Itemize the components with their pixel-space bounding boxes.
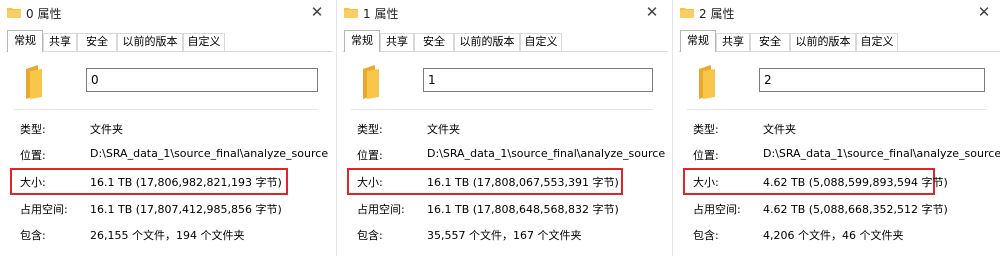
size-on-disk-label: 占用空间: [357,203,405,216]
tab-previous-versions[interactable]: 以前的版本 [117,33,183,51]
title-bar[interactable]: 2 属性 ✕ [673,0,1000,26]
location-label: 位置: [693,149,719,162]
divider [14,109,318,110]
contains-label: 包含: [20,229,46,242]
divider [351,109,653,110]
window-title: 0 属性 [26,7,62,21]
location-value: D:\SRA_data_1\source_final\analyze_sourc… [90,147,329,160]
folder-name-input[interactable]: 2 [759,68,985,92]
size-on-disk-label: 占用空间: [20,203,68,216]
tab-customize[interactable]: 自定义 [183,33,225,51]
tab-sharing[interactable]: 共享 [380,33,414,51]
type-value: 文件夹 [427,123,460,136]
properties-dialog-2: 2 属性 ✕ 常规 共享 安全 以前的版本 自定义 2 类型: 文件夹 位置: … [672,0,1000,256]
tab-previous-versions[interactable]: 以前的版本 [790,33,856,51]
properties-dialog-0: 0 属性 ✕ 常规 共享 安全 以前的版本 自定义 0 类型: 文件夹 位置: … [0,0,333,256]
folder-name-input[interactable]: 0 [86,68,318,92]
size-value: 4.62 TB (5,088,599,893,594 字节) [763,176,948,189]
location-label: 位置: [20,149,46,162]
location-value: D:\SRA_data_1\source_final\analyze_sourc… [763,147,1000,160]
folder-icon [344,8,358,18]
tab-general[interactable]: 常规 [344,30,380,52]
title-bar[interactable]: 1 属性 ✕ [337,0,668,26]
tab-strip: 常规 共享 安全 以前的版本 自定义 [337,30,668,52]
tab-strip: 常规 共享 安全 以前的版本 自定义 [673,30,1000,52]
contains-label: 包含: [693,229,719,242]
tab-security[interactable]: 安全 [77,33,117,51]
location-value: D:\SRA_data_1\source_final\analyze_sourc… [427,147,666,160]
size-value: 16.1 TB (17,808,067,553,391 字节) [427,176,619,189]
tab-sharing[interactable]: 共享 [716,33,750,51]
contains-value: 26,155 个文件，194 个文件夹 [90,229,245,242]
size-label: 大小: [693,176,719,189]
folder-icon [7,8,21,18]
tab-general[interactable]: 常规 [7,30,43,52]
size-on-disk-value: 16.1 TB (17,807,412,985,856 字节) [90,203,282,216]
contains-value: 4,206 个文件，46 个文件夹 [763,229,904,242]
size-label: 大小: [20,176,46,189]
tab-divider [679,51,1000,52]
properties-dialog-1: 1 属性 ✕ 常规 共享 安全 以前的版本 自定义 1 类型: 文件夹 位置: … [336,0,668,256]
tab-divider [343,51,668,52]
contains-value: 35,557 个文件，167 个文件夹 [427,229,582,242]
tab-sharing[interactable]: 共享 [43,33,77,51]
type-value: 文件夹 [90,123,123,136]
contains-label: 包含: [357,229,383,242]
size-on-disk-label: 占用空间: [693,203,741,216]
type-label: 类型: [20,123,46,136]
size-on-disk-value: 16.1 TB (17,808,648,568,832 字节) [427,203,619,216]
tab-security[interactable]: 安全 [414,33,454,51]
tab-strip: 常规 共享 安全 以前的版本 自定义 [0,30,333,52]
tab-security[interactable]: 安全 [750,33,790,51]
close-icon[interactable]: ✕ [970,0,998,24]
divider [687,109,987,110]
title-bar[interactable]: 0 属性 ✕ [0,0,333,26]
tab-customize[interactable]: 自定义 [856,33,898,51]
type-label: 类型: [693,123,719,136]
close-icon[interactable]: ✕ [638,0,666,24]
window-title: 1 属性 [363,7,399,21]
tab-divider [6,51,333,52]
type-value: 文件夹 [763,123,796,136]
location-label: 位置: [357,149,383,162]
tab-general[interactable]: 常规 [680,30,716,52]
window-title: 2 属性 [699,7,735,21]
folder-icon [680,8,694,18]
close-icon[interactable]: ✕ [303,0,331,24]
tab-previous-versions[interactable]: 以前的版本 [454,33,520,51]
size-value: 16.1 TB (17,806,982,821,193 字节) [90,176,282,189]
folder-icon [26,65,42,99]
tab-customize[interactable]: 自定义 [520,33,562,51]
folder-icon [699,65,715,99]
folder-name-input[interactable]: 1 [423,68,653,92]
folder-icon [363,65,379,99]
type-label: 类型: [357,123,383,136]
size-on-disk-value: 4.62 TB (5,088,668,352,512 字节) [763,203,948,216]
size-label: 大小: [357,176,383,189]
